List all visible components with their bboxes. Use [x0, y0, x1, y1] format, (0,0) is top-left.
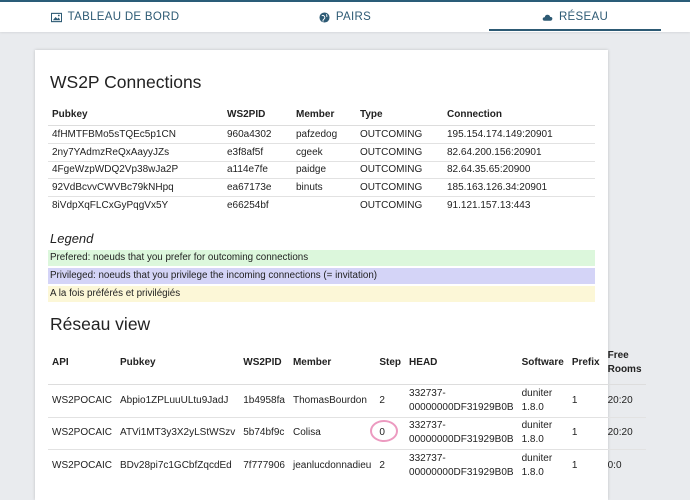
table-row: WS2POCAIC Abpio1ZPLuuULtu9JadJ 1b4958fa …	[48, 384, 646, 417]
legend-item-both: A la fois préférés et privilégiés	[48, 286, 595, 302]
cell-free-rooms: 20:20	[603, 384, 646, 417]
cell-api: WS2POCAIC	[48, 449, 117, 482]
col-header-type: Type	[356, 103, 443, 126]
cell-member	[292, 196, 356, 214]
network-view-title: Réseau view	[50, 314, 151, 334]
cell-type: OUTCOMING	[356, 142, 443, 162]
cell-head: 332737-00000000DF31929B0B	[405, 449, 518, 482]
cell-head: 332737-00000000DF31929B0B	[405, 384, 518, 417]
col-header-connection: Connection	[443, 103, 595, 126]
cell-software: duniter 1.8.0	[517, 416, 568, 450]
col-header-step: Step	[375, 342, 406, 385]
cell-free-rooms: 20:20	[603, 416, 646, 450]
image-icon	[50, 12, 62, 22]
table-row: 2ny7YAdmzReQxAayyJZs e3f8af5f cgeek OUTC…	[48, 142, 595, 162]
network-view-table: API Pubkey WS2PID Member Step HEAD Softw…	[48, 342, 646, 482]
cell-ws2pid: 7f777906	[239, 449, 289, 482]
col-header-ws2pid: WS2PID	[239, 342, 289, 385]
cell-member: cgeek	[292, 142, 356, 162]
cell-pubkey: 8iVdpXqFLCxGyPqgVx5Y	[48, 196, 223, 214]
col-header-member: Member	[288, 342, 376, 385]
globe-icon	[319, 11, 330, 23]
cell-member: jeanlucdonnadieu	[288, 449, 376, 482]
cell-head: 332737-00000000DF31929B0B	[405, 416, 518, 450]
cell-ws2pid: 960a4302	[223, 125, 292, 144]
cell-prefix: 1	[567, 384, 604, 417]
cell-member: ThomasBourdon	[288, 384, 376, 417]
table-row: WS2POCAIC BDv28pi7c1GCbfZqcdEd 7f777906 …	[48, 449, 646, 482]
step-highlight-circle: 0	[371, 420, 397, 443]
cell-api: WS2POCAIC	[48, 384, 117, 417]
cell-step: 2	[375, 449, 406, 482]
cell-api: WS2POCAIC	[48, 416, 117, 450]
col-header-member: Member	[292, 103, 356, 126]
cell-type: OUTCOMING	[356, 125, 443, 144]
cell-connection: 82.64.200.156:20901	[443, 142, 595, 162]
tab-dashboard-label: TABLEAU DE BORD	[67, 11, 180, 23]
cell-pubkey: 92VdBcvvCWVBc79kNHpq	[48, 178, 223, 197]
table-row: 4FgeWzpWDQ2Vp38wJa2P a114e7fe paidge OUT…	[48, 160, 595, 179]
tab-peers-label: PAIRS	[335, 11, 372, 23]
cell-ws2pid: 5b74bf9c	[239, 416, 289, 450]
cell-step: 0	[371, 416, 406, 450]
cell-software: duniter 1.8.0	[517, 384, 568, 417]
cell-prefix: 1	[567, 449, 604, 482]
legend-title: Legend	[50, 231, 94, 246]
tab-peers[interactable]: PAIRS	[230, 2, 460, 32]
legend-item-privileged: Privileged: noeuds that you privilege th…	[48, 268, 595, 284]
cell-ws2pid: e66254bf	[223, 196, 292, 214]
cloud-icon	[542, 14, 553, 21]
cell-pubkey: BDv28pi7c1GCbfZqcdEd	[116, 449, 240, 482]
cell-pubkey: Abpio1ZPLuuULtu9JadJ	[116, 384, 240, 417]
cell-pubkey: 4FgeWzpWDQ2Vp38wJa2P	[48, 160, 223, 179]
cell-connection: 82.64.35.65:20900	[443, 160, 595, 179]
cell-ws2pid: 1b4958fa	[239, 384, 289, 417]
col-header-prefix: Prefix	[567, 342, 604, 385]
col-header-pubkey: Pubkey	[116, 342, 240, 385]
cell-step: 2	[375, 384, 406, 417]
connections-table: Pubkey WS2PID Member Type Connection 4fH…	[48, 103, 595, 214]
cell-member: paidge	[292, 160, 356, 179]
table-row: WS2POCAIC ATVi1MT3y3X2yLStWSzv 5b74bf9c …	[48, 416, 646, 450]
cell-connection: 91.121.157.13:443	[443, 196, 595, 214]
cell-member: Colisa	[288, 416, 376, 450]
cell-connection: 185.163.126.34:20901	[443, 178, 595, 197]
col-header-free-rooms: Free Rooms	[603, 342, 646, 385]
cell-ws2pid: ea67173e	[223, 178, 292, 197]
tab-network-label: RÉSEAU	[558, 11, 609, 23]
network-card: WS2P Connections Pubkey WS2PID Member Ty…	[35, 50, 646, 500]
col-header-head: HEAD	[405, 342, 518, 385]
table-row: 4fHMTFBMo5sTQEc5p1CN 960a4302 pafzedog O…	[48, 125, 595, 144]
cell-type: OUTCOMING	[356, 160, 443, 179]
cell-pubkey: 4fHMTFBMo5sTQEc5p1CN	[48, 125, 223, 144]
tab-network[interactable]: RÉSEAU	[460, 2, 690, 32]
legend-item-prefered: Prefered: noeuds that you prefer for out…	[48, 250, 595, 266]
cell-free-rooms: 0:0	[603, 449, 646, 482]
connections-header-row: Pubkey WS2PID Member Type Connection	[48, 103, 595, 126]
cell-pubkey: ATVi1MT3y3X2yLStWSzv	[116, 416, 240, 450]
tab-dashboard[interactable]: TABLEAU DE BORD	[0, 2, 230, 32]
cell-prefix: 1	[567, 416, 604, 450]
connections-title: WS2P Connections	[50, 72, 202, 92]
col-header-ws2pid: WS2PID	[223, 103, 292, 126]
cell-pubkey: 2ny7YAdmzReQxAayyJZs	[48, 142, 223, 162]
network-view-header-row: API Pubkey WS2PID Member Step HEAD Softw…	[48, 342, 646, 385]
cell-type: OUTCOMING	[356, 178, 443, 197]
col-header-software: Software	[517, 342, 568, 385]
cell-ws2pid: e3f8af5f	[223, 142, 292, 162]
table-row: 92VdBcvvCWVBc79kNHpq ea67173e binuts OUT…	[48, 178, 595, 197]
cell-connection: 195.154.174.149:20901	[443, 125, 595, 144]
col-header-pubkey: Pubkey	[48, 103, 223, 126]
cell-type: OUTCOMING	[356, 196, 443, 214]
cell-ws2pid: a114e7fe	[223, 160, 292, 179]
cell-software: duniter 1.8.0	[517, 449, 568, 482]
cell-member: pafzedog	[292, 125, 356, 144]
col-header-api: API	[48, 342, 117, 385]
table-row: 8iVdpXqFLCxGyPqgVx5Y e66254bf OUTCOMING …	[48, 196, 595, 214]
tab-bar: TABLEAU DE BORD PAIRS RÉSEAU	[0, 2, 690, 32]
cell-member: binuts	[292, 178, 356, 197]
